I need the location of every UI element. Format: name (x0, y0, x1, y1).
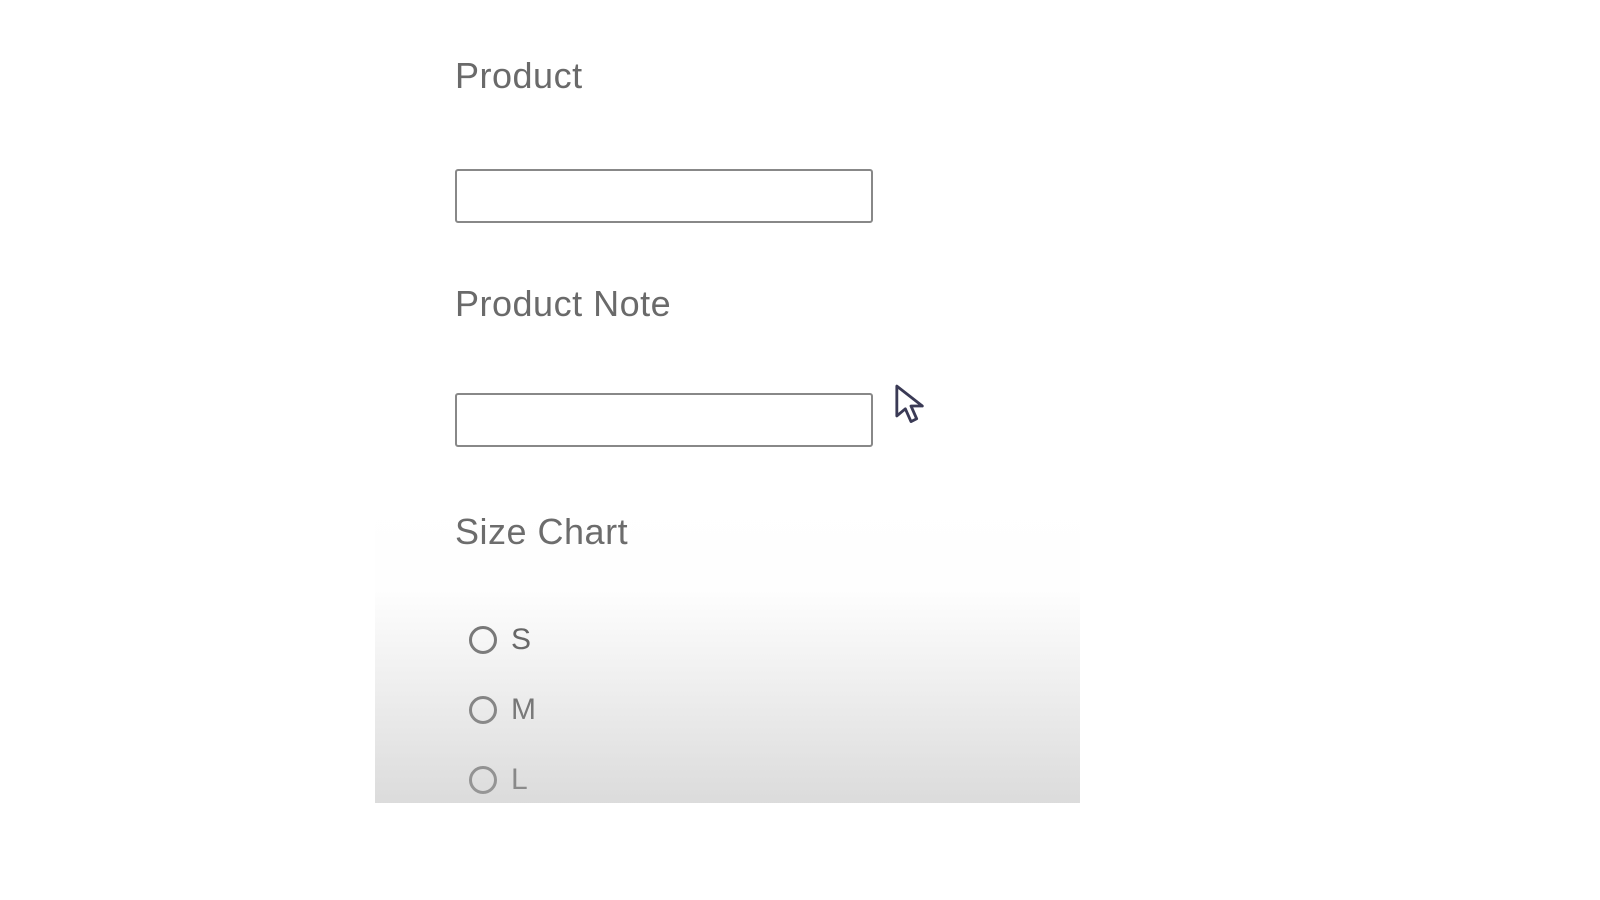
radio-icon (469, 766, 497, 794)
product-note-label: Product Note (455, 283, 873, 325)
cursor-icon (894, 384, 928, 428)
size-option-l[interactable]: L (469, 763, 873, 797)
size-option-label: S (511, 623, 532, 657)
size-chart-label: Size Chart (455, 511, 873, 553)
size-option-m[interactable]: M (469, 693, 873, 727)
size-option-s[interactable]: S (469, 623, 873, 657)
size-options-list: S M L (455, 623, 873, 797)
radio-icon (469, 626, 497, 654)
size-option-label: L (511, 763, 529, 797)
product-label: Product (455, 55, 873, 97)
size-chart-section: Size Chart S M L (455, 511, 873, 797)
product-note-input[interactable] (455, 393, 873, 447)
size-option-label: M (511, 693, 537, 727)
form-content: Product Product Note Size Chart S M L (455, 55, 873, 833)
radio-icon (469, 696, 497, 724)
product-input[interactable] (455, 169, 873, 223)
